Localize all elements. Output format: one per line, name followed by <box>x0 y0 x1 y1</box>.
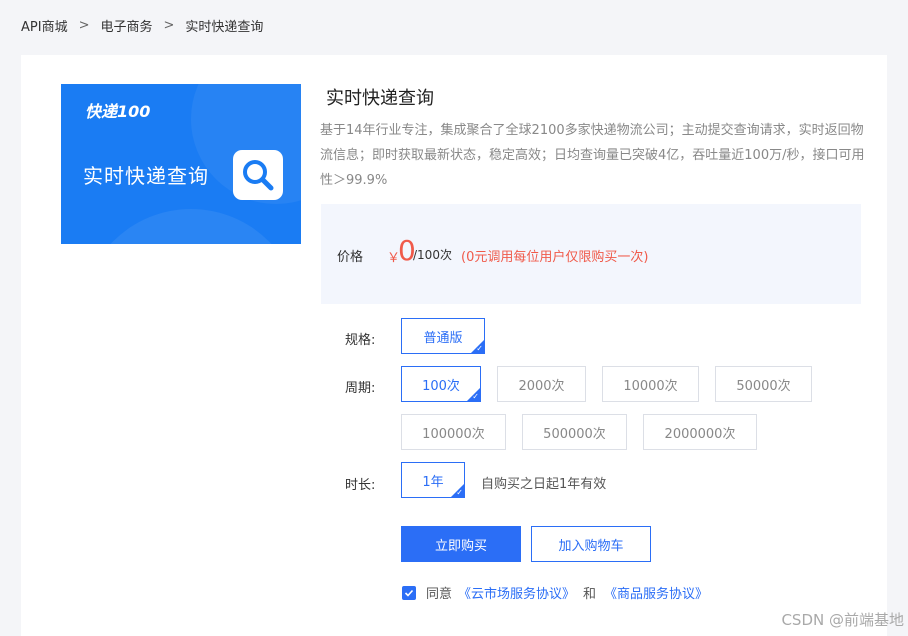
cloud-market-agreement-link[interactable]: 《云市场服务协议》 <box>458 583 575 602</box>
price-label: 价格 <box>337 250 364 265</box>
spec-label: 规格: <box>345 333 376 348</box>
period-label: 周期: <box>345 381 376 396</box>
option-label: 1年 <box>422 474 444 490</box>
duration-label: 时长: <box>345 478 376 493</box>
buy-now-button[interactable]: 立即购买 <box>401 526 521 562</box>
price-box: 价格 ￥ 0 /100次 (0元调用每位用户仅限购买一次) <box>321 204 861 304</box>
price-unit: /100次 <box>413 248 452 262</box>
product-title: 实时快递查询 <box>326 88 434 109</box>
period-option-50000[interactable]: 50000次 <box>715 366 812 402</box>
search-icon <box>233 150 283 200</box>
product-description: 基于14年行业专注，集成聚合了全球2100多家快递物流公司；主动提交查询请求，实… <box>320 123 865 188</box>
brand-logo: 快递100 <box>85 102 151 121</box>
image-title: 实时快递查询 <box>83 164 209 188</box>
product-service-agreement-link[interactable]: 《商品服务协议》 <box>604 583 708 602</box>
breadcrumb: API商城 > 电子商务 > 实时快递查询 <box>21 16 263 35</box>
breadcrumb-ecommerce[interactable]: 电子商务 <box>100 16 152 35</box>
breadcrumb-current: 实时快递查询 <box>185 20 264 35</box>
agreement-prefix: 同意 <box>426 587 453 602</box>
watermark: CSDN @前端基地 <box>781 611 904 629</box>
add-to-cart-button[interactable]: 加入购物车 <box>531 526 651 562</box>
option-label: 10000次 <box>623 378 678 394</box>
check-icon: ✓ <box>472 392 479 401</box>
decor-circle <box>81 209 301 244</box>
option-label: 100000次 <box>422 426 485 442</box>
agreement-and: 和 <box>583 587 597 602</box>
duration-option-1year[interactable]: 1年 ✓ <box>401 462 465 498</box>
check-icon: ✓ <box>476 344 483 353</box>
breadcrumb-separator: > <box>78 18 90 33</box>
check-icon <box>404 589 414 597</box>
option-label: 100次 <box>422 378 460 394</box>
agreement-checkbox[interactable] <box>402 585 416 600</box>
period-option-100000[interactable]: 100000次 <box>401 414 506 450</box>
agreement-row: 同意 《云市场服务协议》 和 《商品服务协议》 <box>402 583 708 602</box>
duration-note: 自购买之日起1年有效 <box>481 477 607 492</box>
price-note: (0元调用每位用户仅限购买一次) <box>461 250 649 265</box>
period-option-500000[interactable]: 500000次 <box>522 414 627 450</box>
period-option-10000[interactable]: 10000次 <box>602 366 699 402</box>
product-image: 快递100 实时快递查询 <box>61 84 301 244</box>
period-option-2000000[interactable]: 2000000次 <box>643 414 757 450</box>
option-label: 2000次 <box>518 378 565 394</box>
check-icon: ✓ <box>456 488 463 497</box>
breadcrumb-separator: > <box>163 18 175 33</box>
option-label: 50000次 <box>736 378 791 394</box>
option-label: 2000000次 <box>664 426 736 442</box>
option-label: 500000次 <box>543 426 606 442</box>
period-option-2000[interactable]: 2000次 <box>497 366 586 402</box>
product-card: 快递100 实时快递查询 实时快递查询 基于14年行业专注，集成聚合了全球210… <box>21 55 887 636</box>
breadcrumb-api-mall[interactable]: API商城 <box>21 16 68 35</box>
option-label: 普通版 <box>423 330 463 346</box>
period-option-100[interactable]: 100次 ✓ <box>401 366 481 402</box>
spec-option-standard[interactable]: 普通版 ✓ <box>401 318 485 354</box>
